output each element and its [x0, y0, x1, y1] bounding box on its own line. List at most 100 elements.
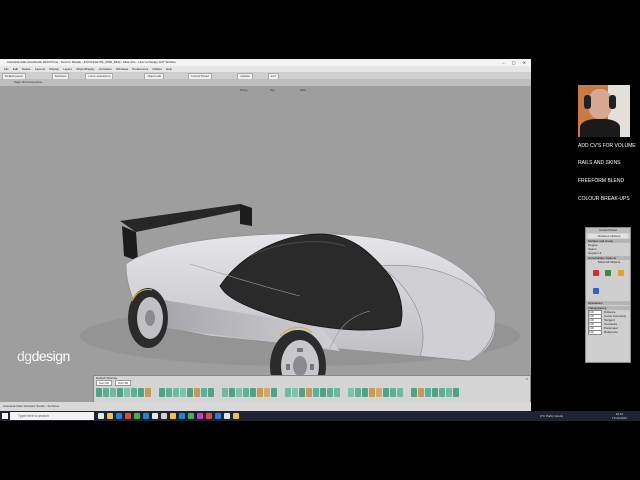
palette-tool-icon[interactable] [425, 388, 431, 397]
mail-icon[interactable] [206, 413, 212, 419]
section-operations[interactable]: Operations [586, 301, 630, 305]
palette-tool-icon[interactable] [439, 388, 445, 397]
window-controls[interactable]: – ▢ ✕ [502, 59, 529, 66]
palette-tool-icon[interactable] [418, 388, 424, 397]
palette-tool-icon[interactable] [299, 388, 305, 397]
palette-tool-icon[interactable] [145, 388, 151, 397]
palette-tool-icon[interactable] [131, 388, 137, 397]
window-title: Autodesk Alias AutoStudio 2023 Prime - N… [7, 60, 176, 64]
palette-tool-icon[interactable] [117, 388, 123, 397]
palette-close-button[interactable]: × [526, 376, 528, 381]
info-icon[interactable] [593, 288, 599, 294]
palette-tabs: Surf 2D Surf 3D [96, 380, 133, 386]
3d-viewport[interactable]: Persp Top Side dgdesign [0, 86, 531, 402]
settings-icon[interactable] [215, 413, 221, 419]
menu-item-layers[interactable]: Layers [63, 67, 72, 71]
alias-application: Autodesk Alias AutoStudio 2023 Prime - N… [0, 59, 531, 411]
palette-tool-icon[interactable] [292, 388, 298, 397]
palette-tool-icon[interactable] [173, 388, 179, 397]
note-add-cvs: ADD CV'S FOR VOLUME [578, 143, 636, 149]
menu-item-layouts[interactable]: Layouts [35, 67, 46, 71]
file-explorer-icon[interactable] [170, 413, 176, 419]
rear-wing-endplate-right [240, 204, 252, 226]
logo-dg: dg [17, 348, 32, 364]
palette-tool-icon[interactable] [376, 388, 382, 397]
chrome-icon[interactable] [188, 413, 194, 419]
menu-item-preferences[interactable]: Preferences [132, 67, 148, 71]
control-field-input[interactable]: 0.00 [588, 329, 602, 335]
menu-item-help[interactable]: Help [166, 67, 172, 71]
menu-item-animation[interactable]: Animation [99, 67, 112, 71]
note-freeform-blend: FREEFORM BLEND [578, 178, 625, 184]
menu-item-edit[interactable]: Edit [13, 67, 18, 71]
mail-icon[interactable] [143, 413, 149, 419]
palette-tool-icon[interactable] [327, 388, 333, 397]
weather-widget[interactable]: 9°C Partly cloudy [540, 411, 563, 421]
palette-tool-icon[interactable] [432, 388, 438, 397]
edge-icon[interactable] [116, 413, 122, 419]
palette-tool-icon[interactable] [390, 388, 396, 397]
menu-item-utilities[interactable]: Utilities [152, 67, 162, 71]
taskbar-search-input[interactable]: Type here to search [10, 412, 94, 420]
palette-tool-icon[interactable] [96, 388, 102, 397]
palette-tool-icon[interactable] [187, 388, 193, 397]
task-view-icon[interactable] [161, 413, 167, 419]
palette-tool-icon[interactable] [222, 388, 228, 397]
file-explorer-icon[interactable] [107, 413, 113, 419]
system-clock[interactable]: 10:42 17/11/2023 [612, 412, 627, 420]
palette-tool-icon[interactable] [313, 388, 319, 397]
palette-tool-icon[interactable] [362, 388, 368, 397]
palette-tool-icon[interactable] [159, 388, 165, 397]
palette-tool-icon[interactable] [446, 388, 452, 397]
palette-tool-icon[interactable] [397, 388, 403, 397]
palette-tool-icon[interactable] [201, 388, 207, 397]
palette-tool-icon[interactable] [243, 388, 249, 397]
palette-tool-icon[interactable] [320, 388, 326, 397]
palette-tool-icon[interactable] [194, 388, 200, 397]
bottom-letterbox [0, 421, 640, 480]
palette-tool-icon[interactable] [124, 388, 130, 397]
windows-start-icon[interactable] [2, 413, 8, 419]
extra-app-icon[interactable] [224, 413, 230, 419]
palette-tool-icon[interactable] [306, 388, 312, 397]
palette-tool-icon[interactable] [369, 388, 375, 397]
menu-item-delete[interactable]: Delete [22, 67, 31, 71]
chrome-icon[interactable] [125, 413, 131, 419]
palette-tool-icon[interactable] [229, 388, 235, 397]
palette-tool-icon[interactable] [138, 388, 144, 397]
palette-tool-icon[interactable] [208, 388, 214, 397]
menu-item-windows[interactable]: Windows [116, 67, 128, 71]
palette-tool-icon[interactable] [271, 388, 277, 397]
palette-tool-icon[interactable] [236, 388, 242, 397]
menu-item-file[interactable]: File [4, 67, 9, 71]
delete-icon[interactable] [593, 270, 599, 276]
palette-tool-icon[interactable] [334, 388, 340, 397]
palette-tool-icon[interactable] [383, 388, 389, 397]
car-model[interactable] [0, 86, 531, 402]
palette-tool-icon[interactable] [166, 388, 172, 397]
control-field-row: 0.00 Reference [588, 329, 630, 335]
control-panel-subtitle[interactable]: Surfaces Options [588, 234, 628, 238]
palette-tool-icon[interactable] [355, 388, 361, 397]
palette-tool-icon[interactable] [103, 388, 109, 397]
check-icon[interactable] [605, 270, 612, 276]
palette-tool-icon[interactable] [180, 388, 186, 397]
palette-tool-icon[interactable] [264, 388, 270, 397]
menu-item-display[interactable]: Display [49, 67, 59, 71]
alias-icon[interactable] [197, 413, 203, 419]
palette-tool-icon[interactable] [453, 388, 459, 397]
palette-tool-icon[interactable] [285, 388, 291, 397]
palette-tool-icon[interactable] [411, 388, 417, 397]
extra-app-icon[interactable] [233, 413, 239, 419]
palette-tool-icon[interactable] [250, 388, 256, 397]
palette-tool-icon[interactable] [110, 388, 116, 397]
warning-icon[interactable] [617, 270, 624, 276]
edge-icon[interactable] [179, 413, 185, 419]
palette-tool-icon[interactable] [257, 388, 263, 397]
task-view-icon[interactable] [98, 413, 104, 419]
menu-item-objectdisplay[interactable]: ObjectDisplay [76, 67, 95, 71]
palette-tool-icon[interactable] [348, 388, 354, 397]
alias-icon[interactable] [134, 413, 140, 419]
taskbar-apps [98, 412, 239, 420]
settings-icon[interactable] [152, 413, 158, 419]
